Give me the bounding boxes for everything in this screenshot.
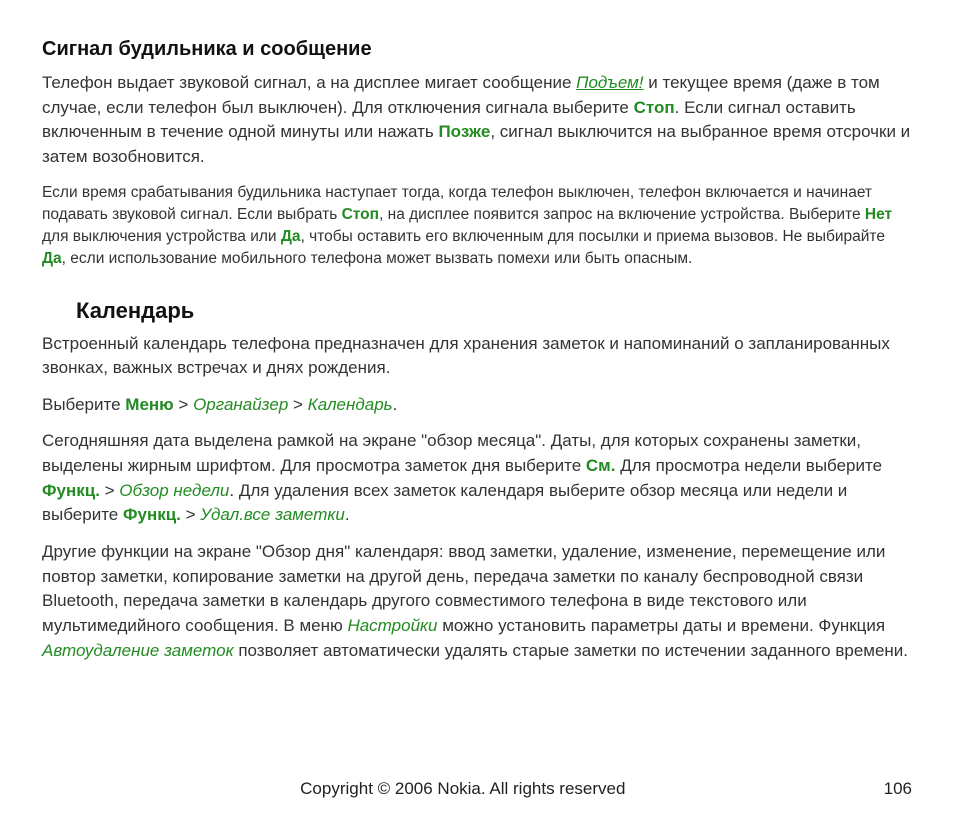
ui-label-stop: Стоп: [342, 206, 379, 223]
ui-label-menu: Меню: [125, 395, 173, 414]
separator: >: [174, 395, 193, 414]
text: Телефон выдает звуковой сигнал, а на дис…: [42, 73, 576, 92]
separator: >: [181, 505, 200, 524]
copyright-text: Copyright © 2006 Nokia. All rights reser…: [42, 779, 884, 799]
ui-label-sm: См.: [586, 456, 616, 475]
text: , чтобы оставить его включенным для посы…: [301, 228, 885, 245]
ui-label-pozhe: Позже: [438, 122, 490, 141]
ui-label-calendar: Календарь: [308, 395, 393, 414]
calendar-para-1: Встроенный календарь телефона предназнач…: [42, 332, 912, 381]
calendar-heading: Календарь: [76, 298, 912, 324]
text: , на дисплее появится запрос на включени…: [379, 206, 865, 223]
text: Для просмотра недели выберите: [615, 456, 882, 475]
calendar-para-2: Выберите Меню > Органайзер > Календарь.: [42, 393, 912, 418]
alarm-heading: Сигнал будильника и сообщение: [42, 38, 912, 61]
ui-label-autoudalenie: Автоудаление заметок: [42, 641, 234, 660]
separator: >: [288, 395, 307, 414]
alarm-para-1: Телефон выдает звуковой сигнал, а на дис…: [42, 71, 912, 170]
text: для выключения устройства или: [42, 228, 281, 245]
text: .: [393, 395, 398, 414]
ui-label-udal-zametki: Удал.все заметки: [200, 505, 345, 524]
ui-label-net: Нет: [865, 206, 892, 223]
alarm-para-2: Если время срабатывания будильника насту…: [42, 182, 912, 270]
ui-label-da: Да: [281, 228, 301, 245]
ui-label-nastroiki: Настройки: [347, 616, 437, 635]
ui-label-podyem: Подъем!: [576, 73, 643, 92]
text: Выберите: [42, 395, 125, 414]
page-number: 106: [884, 779, 912, 799]
calendar-para-4: Другие функции на экране "Обзор дня" кал…: [42, 540, 912, 663]
ui-label-stop: Стоп: [634, 98, 675, 117]
text: .: [345, 505, 350, 524]
page-footer: Copyright © 2006 Nokia. All rights reser…: [0, 779, 954, 799]
text: можно установить параметры даты и времен…: [438, 616, 886, 635]
ui-label-organizer: Органайзер: [193, 395, 288, 414]
text: , если использование мобильного телефона…: [62, 250, 693, 267]
separator: >: [100, 481, 119, 500]
calendar-para-3: Сегодняшняя дата выделена рамкой на экра…: [42, 429, 912, 528]
ui-label-funkts: Функц.: [42, 481, 100, 500]
ui-label-obzor-nedeli: Обзор недели: [119, 481, 229, 500]
text: позволяет автоматически удалять старые з…: [234, 641, 908, 660]
ui-label-funkts: Функц.: [123, 505, 181, 524]
ui-label-da: Да: [42, 250, 62, 267]
